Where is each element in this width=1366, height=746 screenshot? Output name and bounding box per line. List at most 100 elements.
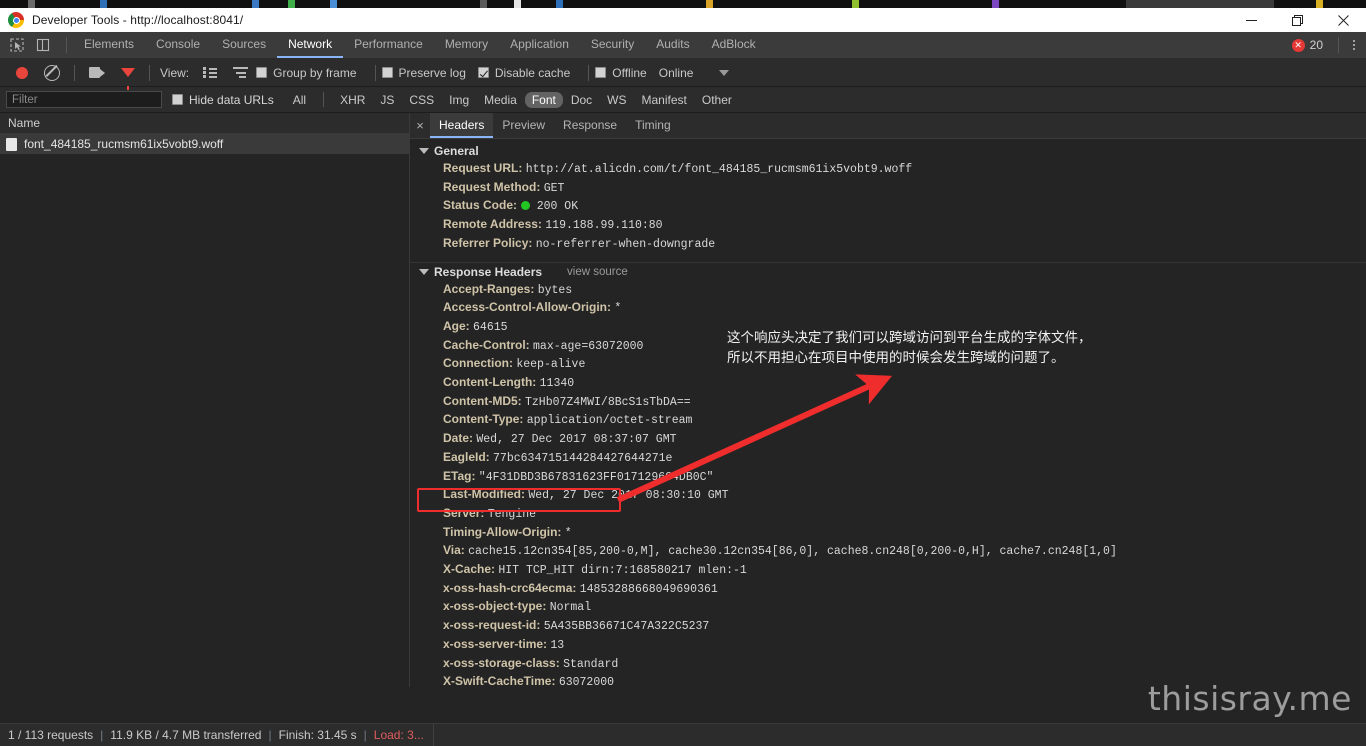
header-value: * xyxy=(614,302,622,316)
tab-sources[interactable]: Sources xyxy=(211,32,277,58)
tab-audits[interactable]: Audits xyxy=(645,32,700,58)
header-value: Wed, 27 Dec 2017 08:30:10 GMT xyxy=(528,489,729,503)
header-value: 5A435BB36671C47A322C5237 xyxy=(543,620,710,634)
tab-headers[interactable]: Headers xyxy=(430,113,494,138)
tab-response[interactable]: Response xyxy=(554,113,626,138)
filter-input[interactable] xyxy=(6,91,162,108)
header-value: Standard xyxy=(563,657,619,671)
tab-performance[interactable]: Performance xyxy=(343,32,434,58)
group-by-frame-checkbox[interactable]: Group by frame xyxy=(256,66,357,80)
header-value: 11340 xyxy=(539,377,575,391)
status-divider xyxy=(432,724,434,746)
header-row: Status Code: 200 OK xyxy=(410,197,1366,216)
view-label: View: xyxy=(160,65,190,80)
disable-cache-box xyxy=(477,67,489,78)
filter-type-img[interactable]: Img xyxy=(442,92,476,108)
kebab-menu-icon[interactable] xyxy=(1346,40,1362,50)
hide-data-urls-checkbox[interactable]: Hide data URLs xyxy=(172,93,274,107)
tabbar-right-divider xyxy=(1338,37,1339,53)
header-key: x-oss-request-id: xyxy=(443,618,541,633)
tab-security[interactable]: Security xyxy=(580,32,645,58)
tab-timing[interactable]: Timing xyxy=(626,113,680,138)
clear-icon[interactable] xyxy=(36,59,68,86)
header-value: bytes xyxy=(537,283,573,297)
header-row: Accept-Ranges: bytes xyxy=(410,281,1366,300)
filter-funnel-icon[interactable] xyxy=(113,59,143,90)
chrome-icon xyxy=(8,12,24,28)
filter-type-all[interactable]: All xyxy=(286,92,313,108)
tab-memory[interactable]: Memory xyxy=(434,32,499,58)
header-row: ETag: "4F31DBD3B67831623FF0171296C4DB0C" xyxy=(410,468,1366,487)
requests-column-header[interactable]: Name xyxy=(0,113,409,134)
filter-type-manifest[interactable]: Manifest xyxy=(635,92,694,108)
header-key: x-oss-server-time: xyxy=(443,636,548,651)
section-general-header[interactable]: General xyxy=(410,142,1366,160)
waterfall-view-icon[interactable] xyxy=(225,59,256,86)
header-key: Referrer Policy: xyxy=(443,235,533,250)
tab-elements[interactable]: Elements xyxy=(73,32,145,58)
close-button[interactable] xyxy=(1320,8,1366,32)
header-row: x-oss-server-time: 13 xyxy=(410,636,1366,655)
filter-type-xhr[interactable]: XHR xyxy=(333,92,372,108)
tab-preview[interactable]: Preview xyxy=(493,113,554,138)
header-row: x-oss-object-type: Normal xyxy=(410,598,1366,617)
status-separator: | xyxy=(100,728,104,742)
throttling-value[interactable]: Online xyxy=(659,66,694,80)
minimize-button[interactable] xyxy=(1228,8,1274,32)
tab-application[interactable]: Application xyxy=(499,32,580,58)
header-key: Request URL: xyxy=(443,161,523,175)
header-value: TzHb07Z4MWI/8BcS1sTbDA== xyxy=(525,395,691,409)
chevron-down-icon[interactable] xyxy=(719,69,730,76)
header-key: Accept-Ranges: xyxy=(443,281,535,296)
filter-type-css[interactable]: CSS xyxy=(402,92,441,108)
capture-screenshots-icon[interactable] xyxy=(81,59,113,86)
list-view-icon[interactable] xyxy=(195,59,225,86)
filter-type-js[interactable]: JS xyxy=(373,92,401,108)
tab-adblock[interactable]: AdBlock xyxy=(701,32,767,58)
header-row-timing-allow-origin: Timing-Allow-Origin: * xyxy=(410,524,1366,543)
close-icon[interactable]: × xyxy=(410,113,430,138)
header-row: Content-Type: application/octet-stream xyxy=(410,411,1366,430)
filter-type-other[interactable]: Other xyxy=(695,92,739,108)
header-key: Timing-Allow-Origin: xyxy=(443,524,562,539)
record-icon[interactable] xyxy=(8,59,36,86)
toggle-device-toolbar-icon[interactable] xyxy=(30,32,56,58)
section-response-headers-header[interactable]: Response Headers view source xyxy=(410,261,1366,281)
offline-checkbox[interactable]: Offline xyxy=(595,65,647,80)
view-source-link[interactable]: view source xyxy=(567,266,628,278)
header-row: Last-Modified: Wed, 27 Dec 2017 08:30:10… xyxy=(410,486,1366,505)
header-value: Wed, 27 Dec 2017 08:37:07 GMT xyxy=(476,433,677,447)
hide-data-urls-box xyxy=(172,94,183,105)
header-value: "4F31DBD3B67831623FF0171296C4DB0C" xyxy=(478,470,714,484)
error-count-badge[interactable]: ✕ 20 xyxy=(1291,38,1323,52)
headers-content: General Request URL: http://at.alicdn.co… xyxy=(410,139,1366,687)
header-value: 119.188.99.110:80 xyxy=(545,219,663,233)
header-key: Content-Length: xyxy=(443,375,537,390)
status-separator: | xyxy=(268,728,272,742)
header-row: Via: cache15.12cn354[85,200-0,M], cache3… xyxy=(410,542,1366,561)
header-row: Content-MD5: TzHb07Z4MWI/8BcS1sTbDA== xyxy=(410,393,1366,412)
filter-type-ws[interactable]: WS xyxy=(600,92,633,108)
header-value: cache15.12cn354[85,200-0,M], cache30.12c… xyxy=(468,545,1117,559)
inspect-element-icon[interactable] xyxy=(4,32,30,58)
filter-type-font[interactable]: Font xyxy=(524,91,563,108)
filter-type-doc[interactable]: Doc xyxy=(564,92,599,108)
header-value: 77bc634715144284427644271e xyxy=(493,451,673,465)
header-key: ETag: xyxy=(443,468,476,483)
tab-network[interactable]: Network xyxy=(277,32,344,58)
offline-box xyxy=(595,67,607,78)
network-toolbar: View: Group by frame Preserve log Disabl… xyxy=(0,59,1366,90)
network-status-bar: 1 / 113 requests | 11.9 KB / 4.7 MB tran… xyxy=(0,723,1366,746)
filter-type-media[interactable]: Media xyxy=(477,92,524,108)
header-value: HIT TCP_HIT dirn:7:168580217 mlen:-1 xyxy=(498,564,747,578)
offline-label: Offline xyxy=(612,65,647,80)
disable-cache-checkbox[interactable]: Disable cache xyxy=(477,66,570,80)
section-response-headers-title: Response Headers xyxy=(434,264,543,279)
maximize-restore-button[interactable] xyxy=(1274,8,1320,32)
preserve-log-checkbox[interactable]: Preserve log xyxy=(381,66,466,80)
header-key: x-oss-object-type: xyxy=(443,599,547,614)
details-tabbar: × Headers Preview Response Timing xyxy=(410,113,1366,139)
tab-console[interactable]: Console xyxy=(145,32,211,58)
table-row[interactable]: font_484185_rucmsm61ix5vobt9.woff xyxy=(0,134,409,154)
header-value: Normal xyxy=(549,601,592,615)
